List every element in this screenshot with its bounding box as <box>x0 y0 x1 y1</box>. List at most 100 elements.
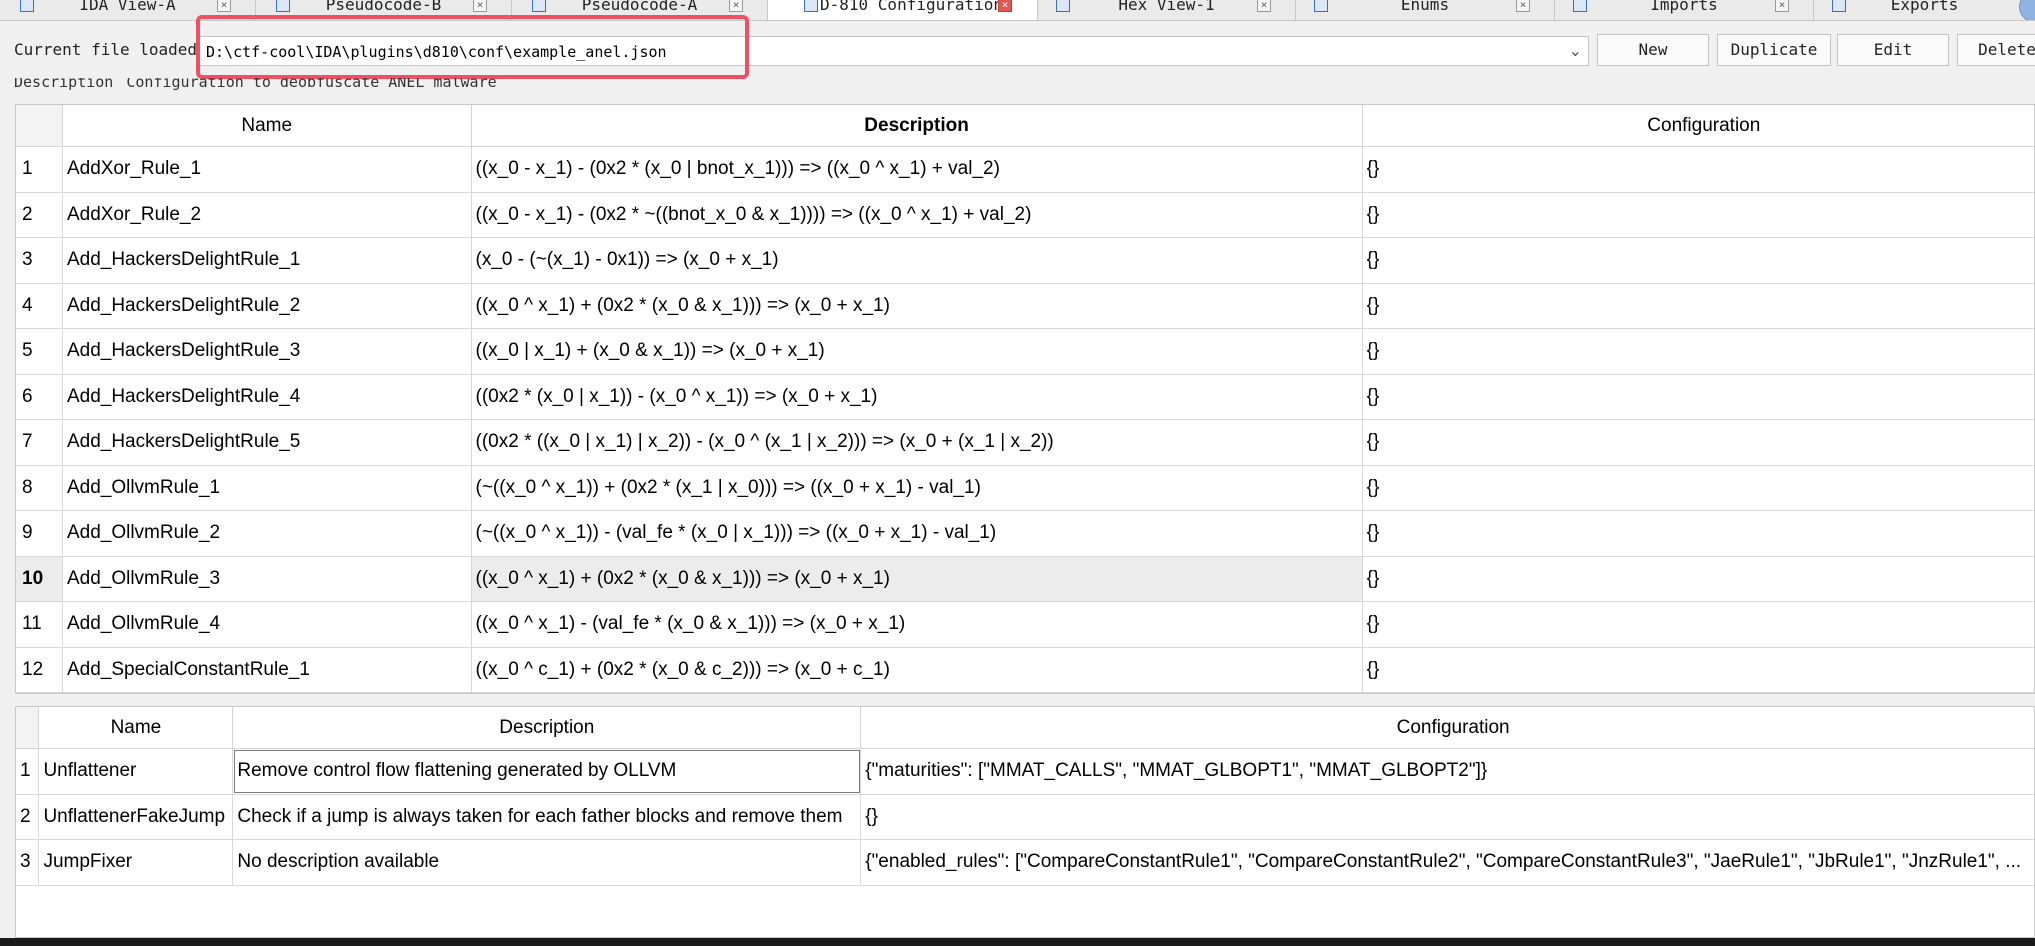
rule-description[interactable]: ((x_0 ^ x_1) - (val_fe * (x_0 & x_1))) =… <box>471 601 1363 648</box>
tab-pseudocode-b[interactable]: Pseudocode-B × <box>256 0 512 20</box>
table-row[interactable]: 7 Add_HackersDelightRule_5 ((0x2 * ((x_0… <box>16 419 2034 466</box>
rule-name[interactable]: Add_HackersDelightRule_1 <box>62 237 472 284</box>
block-description-editing[interactable]: Remove control flow flattening generated… <box>232 748 862 795</box>
column-header-name[interactable]: Name <box>38 707 234 749</box>
rule-description[interactable]: ((x_0 ^ c_1) + (0x2 * (x_0 & c_2))) => (… <box>471 647 1363 693</box>
current-file-label: Current file loaded: <box>14 40 207 59</box>
tab-scroll-icon[interactable] <box>2019 0 2035 20</box>
table-row-selected[interactable]: 10 Add_OllvmRule_3 ((x_0 ^ x_1) + (0x2 *… <box>16 556 2034 602</box>
table-row[interactable]: 4 Add_HackersDelightRule_2 ((x_0 ^ x_1) … <box>16 283 2034 329</box>
rule-name[interactable]: Add_OllvmRule_3 <box>62 556 472 602</box>
rule-name[interactable]: Add_HackersDelightRule_2 <box>62 283 472 329</box>
duplicate-button[interactable]: Duplicate <box>1717 34 1831 66</box>
rule-configuration[interactable]: {} <box>1362 374 2034 420</box>
table-row[interactable]: 12 Add_SpecialConstantRule_1 ((x_0 ^ c_1… <box>16 647 2034 693</box>
bottom-bar <box>0 938 2035 946</box>
chevron-down-icon[interactable]: ⌄ <box>1569 41 1582 60</box>
new-button[interactable]: New <box>1597 34 1709 66</box>
table-row[interactable]: 2 AddXor_Rule_2 ((x_0 - x_1) - (0x2 * ~(… <box>16 192 2034 238</box>
rule-name[interactable]: Add_OllvmRule_4 <box>62 601 472 648</box>
rule-name[interactable]: Add_HackersDelightRule_5 <box>62 419 472 466</box>
rule-description[interactable]: ((x_0 - x_1) - (0x2 * (x_0 | bnot_x_1)))… <box>471 146 1363 193</box>
table-row[interactable]: 3 Add_HackersDelightRule_1 (x_0 - (~(x_1… <box>16 237 2034 284</box>
rule-description[interactable]: ((x_0 ^ x_1) + (0x2 * (x_0 & x_1))) => (… <box>471 556 1363 602</box>
rule-description[interactable]: ((x_0 | x_1) + (x_0 & x_1)) => (x_0 + x_… <box>471 328 1363 375</box>
rules-table-panel: Name Description Configuration 1 AddXor_… <box>15 104 2035 694</box>
edit-button[interactable]: Edit <box>1837 34 1949 66</box>
table-row[interactable]: 3 JumpFixer No description available {"e… <box>16 839 2034 886</box>
rule-configuration[interactable]: {} <box>1362 192 2034 238</box>
description-value: Configuration to deobfuscate ANEL malwar… <box>126 78 497 91</box>
rule-configuration[interactable]: {} <box>1362 146 2034 193</box>
rule-configuration[interactable]: {} <box>1362 465 2034 511</box>
rule-configuration[interactable]: {} <box>1362 556 2034 602</box>
file-path-value: D:\ctf-cool\IDA\plugins\d810\conf\exampl… <box>206 43 667 61</box>
table-row[interactable]: 1 Unflattener Remove control flow flatte… <box>16 748 2034 795</box>
tab-hex-view-1[interactable]: Hex View-1 × <box>1038 0 1296 20</box>
tab-ida-view-a[interactable]: IDA View-A × <box>0 0 256 20</box>
rules-table: Name Description Configuration 1 AddXor_… <box>16 105 2034 693</box>
table-row[interactable]: 1 AddXor_Rule_1 ((x_0 - x_1) - (0x2 * (x… <box>16 146 2034 193</box>
block-configuration[interactable]: {"maturities": ["MMAT_CALLS", "MMAT_GLBO… <box>860 748 2034 795</box>
close-icon[interactable]: × <box>729 0 743 12</box>
column-header-description[interactable]: Description <box>232 707 862 749</box>
tab-enums[interactable]: Enums × <box>1296 0 1555 20</box>
rule-description[interactable]: (x_0 - (~(x_1) - 0x1)) => (x_0 + x_1) <box>471 237 1363 284</box>
table-row[interactable]: 9 Add_OllvmRule_2 (~((x_0 ^ x_1)) - (val… <box>16 510 2034 557</box>
rule-name[interactable]: Add_OllvmRule_1 <box>62 465 472 511</box>
rule-configuration[interactable]: {} <box>1362 328 2034 375</box>
block-configuration[interactable]: {} <box>860 794 2034 840</box>
rule-description[interactable]: ((0x2 * (x_0 | x_1)) - (x_0 ^ x_1)) => (… <box>471 374 1363 420</box>
row-number: 1 <box>16 748 40 795</box>
rule-configuration[interactable]: {} <box>1362 283 2034 329</box>
block-description[interactable]: No description available <box>232 839 862 886</box>
rule-description[interactable]: ((0x2 * ((x_0 | x_1) | x_2)) - (x_0 ^ (x… <box>471 419 1363 466</box>
close-icon[interactable]: × <box>1775 0 1789 12</box>
table-row[interactable]: 6 Add_HackersDelightRule_4 ((0x2 * (x_0 … <box>16 374 2034 420</box>
block-name[interactable]: UnflattenerFakeJump <box>38 794 234 840</box>
rule-name[interactable]: Add_OllvmRule_2 <box>62 510 472 557</box>
rule-name[interactable]: Add_SpecialConstantRule_1 <box>62 647 472 693</box>
rule-configuration[interactable]: {} <box>1362 237 2034 284</box>
corner-header <box>16 105 63 147</box>
close-icon[interactable]: × <box>217 0 231 12</box>
rule-description[interactable]: (~((x_0 ^ x_1)) + (0x2 * (x_1 | x_0))) =… <box>471 465 1363 511</box>
close-icon[interactable]: × <box>1516 0 1530 12</box>
delete-button[interactable]: Delete <box>1957 34 2035 66</box>
table-row[interactable]: 5 Add_HackersDelightRule_3 ((x_0 | x_1) … <box>16 328 2034 375</box>
block-description[interactable]: Check if a jump is always taken for each… <box>232 794 862 840</box>
column-header-name[interactable]: Name <box>62 105 472 147</box>
table-row[interactable]: 11 Add_OllvmRule_4 ((x_0 ^ x_1) - (val_f… <box>16 601 2034 648</box>
rule-description[interactable]: ((x_0 - x_1) - (0x2 * ~((bnot_x_0 & x_1)… <box>471 192 1363 238</box>
close-icon[interactable]: × <box>473 0 487 12</box>
block-name[interactable]: Unflattener <box>38 748 234 795</box>
row-number: 6 <box>16 374 63 420</box>
block-configuration[interactable]: {"enabled_rules": ["CompareConstantRule1… <box>860 839 2034 886</box>
tab-label: Exports <box>1890 0 1959 14</box>
file-select[interactable]: D:\ctf-cool\IDA\plugins\d810\conf\exampl… <box>199 36 1589 66</box>
column-header-configuration[interactable]: Configuration <box>1362 105 2034 147</box>
row-number: 11 <box>16 601 63 648</box>
table-row[interactable]: 8 Add_OllvmRule_1 (~((x_0 ^ x_1)) + (0x2… <box>16 465 2034 511</box>
tab-d810-configuration[interactable]: D-810 Configuration × <box>768 0 1038 20</box>
rule-description[interactable]: (~((x_0 ^ x_1)) - (val_fe * (x_0 | x_1))… <box>471 510 1363 557</box>
rule-configuration[interactable]: {} <box>1362 647 2034 693</box>
rule-configuration[interactable]: {} <box>1362 419 2034 466</box>
rule-description[interactable]: ((x_0 ^ x_1) + (0x2 * (x_0 & x_1))) => (… <box>471 283 1363 329</box>
rule-configuration[interactable]: {} <box>1362 601 2034 648</box>
tab-exports[interactable]: Exports <box>1814 0 2035 20</box>
column-header-description[interactable]: Description <box>471 105 1363 147</box>
column-header-configuration[interactable]: Configuration <box>860 707 2034 749</box>
close-icon[interactable]: × <box>998 0 1012 12</box>
rule-name[interactable]: Add_HackersDelightRule_4 <box>62 374 472 420</box>
tab-imports[interactable]: Imports × <box>1555 0 1814 20</box>
blocks-table-panel: Name Description Configuration 1 Unflatt… <box>15 706 2035 938</box>
rule-name[interactable]: AddXor_Rule_1 <box>62 146 472 193</box>
table-row[interactable]: 2 UnflattenerFakeJump Check if a jump is… <box>16 794 2034 840</box>
rule-configuration[interactable]: {} <box>1362 510 2034 557</box>
block-name[interactable]: JumpFixer <box>38 839 234 886</box>
close-icon[interactable]: × <box>1257 0 1271 12</box>
tab-pseudocode-a[interactable]: Pseudocode-A × <box>512 0 768 20</box>
rule-name[interactable]: Add_HackersDelightRule_3 <box>62 328 472 375</box>
rule-name[interactable]: AddXor_Rule_2 <box>62 192 472 238</box>
